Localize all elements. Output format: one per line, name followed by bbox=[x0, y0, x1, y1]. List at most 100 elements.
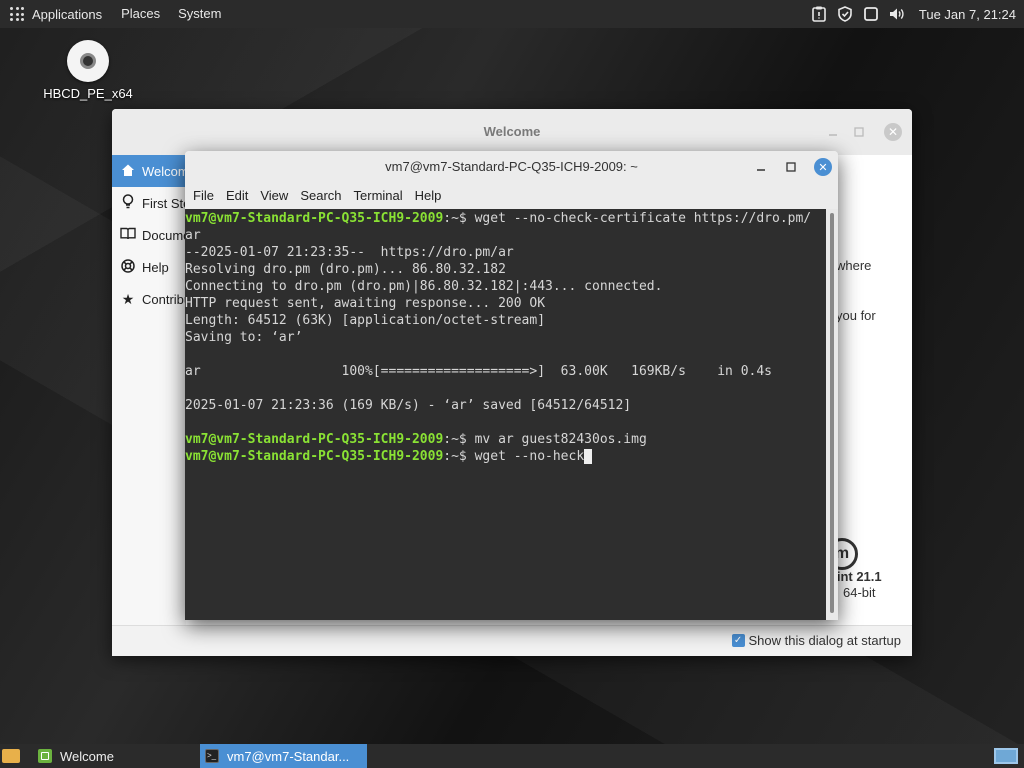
close-icon: ✕ bbox=[887, 125, 899, 139]
show-at-startup-label: Show this dialog at startup bbox=[748, 633, 901, 648]
welcome-sidebar: Welcome First Steps Documentation Help ★… bbox=[112, 155, 186, 625]
terminal-line: Length: 64512 (63K) [application/octet-s… bbox=[185, 312, 826, 329]
welcome-footer: ✓ Show this dialog at startup bbox=[112, 625, 912, 656]
taskbar-item-label: Welcome bbox=[60, 748, 114, 764]
home-icon bbox=[120, 163, 136, 180]
terminal-icon: >_ bbox=[205, 749, 219, 763]
terminal-line-text: :~$ wget --no-heck bbox=[443, 449, 585, 464]
terminal-line: 2025-01-07 21:23:36 (169 KB/s) - ‘ar’ sa… bbox=[185, 397, 826, 414]
edition-arch: 64-bit bbox=[843, 585, 876, 600]
show-desktop-button[interactable] bbox=[0, 744, 22, 768]
menu-view[interactable]: View bbox=[254, 183, 294, 209]
menu-terminal[interactable]: Terminal bbox=[348, 183, 409, 209]
menu-search[interactable]: Search bbox=[294, 183, 347, 209]
terminal-line-text: ar bbox=[185, 228, 201, 243]
menu-help[interactable]: Help bbox=[409, 183, 448, 209]
places-menu-button[interactable]: Places bbox=[112, 0, 169, 28]
disc-icon bbox=[67, 40, 109, 82]
terminal-window: vm7@vm7-Standard-PC-Q35-ICH9-2009: ~ ✕ F… bbox=[185, 151, 838, 620]
window-icon[interactable] bbox=[863, 6, 879, 22]
terminal-line-text: --2025-01-07 21:23:35-- https://dro.pm/a… bbox=[185, 245, 514, 260]
terminal-cursor bbox=[584, 449, 593, 464]
terminal-titlebar[interactable]: vm7@vm7-Standard-PC-Q35-ICH9-2009: ~ ✕ bbox=[185, 151, 838, 183]
welcome-text-fragment: you for bbox=[836, 308, 876, 323]
taskbar-item-terminal[interactable]: >_ vm7@vm7-Standar... bbox=[200, 744, 367, 768]
terminal-minimize-button[interactable] bbox=[752, 158, 770, 176]
clipboard-icon[interactable] bbox=[811, 6, 827, 22]
book-icon bbox=[120, 227, 136, 243]
terminal-prompt: vm7@vm7-Standard-PC-Q35-ICH9-2009 bbox=[185, 211, 444, 226]
star-icon: ★ bbox=[121, 290, 135, 307]
terminal-scroll-thumb[interactable] bbox=[830, 213, 834, 613]
lightbulb-icon bbox=[120, 194, 136, 212]
workspace-icon bbox=[994, 748, 1018, 764]
sidebar-item-first-steps[interactable]: First Steps bbox=[112, 187, 186, 219]
system-menu-button[interactable]: System bbox=[169, 0, 230, 28]
bottom-panel: Welcome >_ vm7@vm7-Standar... bbox=[0, 744, 1024, 768]
applications-menu-label: Applications bbox=[32, 6, 103, 22]
menu-file[interactable]: File bbox=[187, 183, 220, 209]
terminal-line: Connecting to dro.pm (dro.pm)|86.80.32.1… bbox=[185, 278, 826, 295]
terminal-line: HTTP request sent, awaiting response... … bbox=[185, 295, 826, 312]
terminal-line: Resolving dro.pm (dro.pm)... 86.80.32.18… bbox=[185, 261, 826, 278]
terminal-line: vm7@vm7-Standard-PC-Q35-ICH9-2009:~$ mv … bbox=[185, 431, 826, 448]
terminal-close-button[interactable]: ✕ bbox=[814, 158, 832, 176]
sidebar-item-help[interactable]: Help bbox=[112, 251, 186, 283]
terminal-line-text: 2025-01-07 21:23:36 (169 KB/s) - ‘ar’ sa… bbox=[185, 398, 632, 413]
menu-edit[interactable]: Edit bbox=[220, 183, 254, 209]
terminal-line: ar bbox=[185, 227, 826, 244]
system-tray: Tue Jan 7, 21:24 bbox=[811, 0, 1024, 28]
app-grid-icon bbox=[10, 7, 24, 21]
terminal-line: vm7@vm7-Standard-PC-Q35-ICH9-2009:~$ wge… bbox=[185, 210, 826, 227]
welcome-window-title: Welcome bbox=[483, 124, 541, 139]
desktop-icon-label: HBCD_PE_x64 bbox=[43, 86, 133, 101]
checkmark-icon[interactable]: ✓ bbox=[731, 634, 745, 647]
taskbar-item-welcome[interactable]: Welcome bbox=[22, 744, 198, 768]
terminal-menubar: File Edit View Search Terminal Help bbox=[185, 183, 838, 209]
welcome-minimize-button[interactable] bbox=[824, 123, 842, 141]
terminal-scrollbar[interactable] bbox=[826, 209, 838, 620]
welcome-close-button[interactable]: ✕ bbox=[884, 123, 902, 141]
workspace-switcher[interactable] bbox=[988, 744, 1024, 768]
sidebar-item-documentation[interactable]: Documentation bbox=[112, 219, 186, 251]
sidebar-item-contribute[interactable]: ★ Contribute bbox=[112, 283, 186, 315]
terminal-line-text: ar 100%[===================>] 63.00K 169… bbox=[185, 364, 772, 379]
sidebar-item-label: Help bbox=[142, 259, 169, 275]
terminal-window-title: vm7@vm7-Standard-PC-Q35-ICH9-2009: ~ bbox=[385, 159, 638, 174]
terminal-line-text: Resolving dro.pm (dro.pm)... 86.80.32.18… bbox=[185, 262, 506, 277]
volume-icon[interactable] bbox=[889, 6, 905, 22]
show-at-startup-checkbox[interactable]: ✓ Show this dialog at startup bbox=[731, 633, 901, 648]
applications-menu-button[interactable]: Applications bbox=[0, 0, 112, 28]
shield-update-icon[interactable] bbox=[837, 6, 853, 22]
welcome-maximize-button[interactable] bbox=[850, 123, 868, 141]
taskbar-item-label: vm7@vm7-Standar... bbox=[227, 748, 350, 764]
welcome-text-fragment: where bbox=[836, 258, 872, 273]
terminal-prompt: vm7@vm7-Standard-PC-Q35-ICH9-2009 bbox=[185, 432, 444, 447]
sidebar-item-label: First Steps bbox=[142, 195, 186, 211]
terminal-line-text: Length: 64512 (63K) [application/octet-s… bbox=[185, 313, 546, 328]
sidebar-item-label: Documentation bbox=[142, 227, 186, 243]
terminal-line: --2025-01-07 21:23:35-- https://dro.pm/a… bbox=[185, 244, 826, 261]
desktop-icon-hbcd[interactable]: HBCD_PE_x64 bbox=[38, 40, 138, 101]
terminal-maximize-button[interactable] bbox=[782, 158, 800, 176]
terminal-line-text: :~$ wget --no-check-certificate https://… bbox=[443, 211, 812, 226]
lifebuoy-icon bbox=[120, 258, 136, 276]
terminal-line-text: HTTP request sent, awaiting response... … bbox=[185, 296, 546, 311]
mint-welcome-icon bbox=[38, 749, 52, 763]
welcome-titlebar[interactable]: Welcome ✕ bbox=[112, 109, 912, 155]
terminal-output[interactable]: vm7@vm7-Standard-PC-Q35-ICH9-2009:~$ wge… bbox=[185, 209, 826, 620]
folder-icon bbox=[2, 749, 20, 763]
terminal-prompt: vm7@vm7-Standard-PC-Q35-ICH9-2009 bbox=[185, 449, 444, 464]
terminal-line: Saving to: ‘ar’ bbox=[185, 329, 826, 346]
top-panel: Applications Places System Tue Jan 7, 21… bbox=[0, 0, 1024, 28]
sidebar-item-label: Contribute bbox=[142, 291, 186, 307]
terminal-line-text: :~$ mv ar guest82430os.img bbox=[443, 432, 647, 447]
terminal-line: vm7@vm7-Standard-PC-Q35-ICH9-2009:~$ wge… bbox=[185, 448, 826, 465]
sidebar-item-label: Welcome bbox=[142, 163, 186, 179]
panel-clock[interactable]: Tue Jan 7, 21:24 bbox=[919, 7, 1016, 22]
terminal-line-text: Saving to: ‘ar’ bbox=[185, 330, 303, 345]
sidebar-item-welcome[interactable]: Welcome bbox=[112, 155, 186, 187]
close-icon: ✕ bbox=[818, 161, 828, 174]
